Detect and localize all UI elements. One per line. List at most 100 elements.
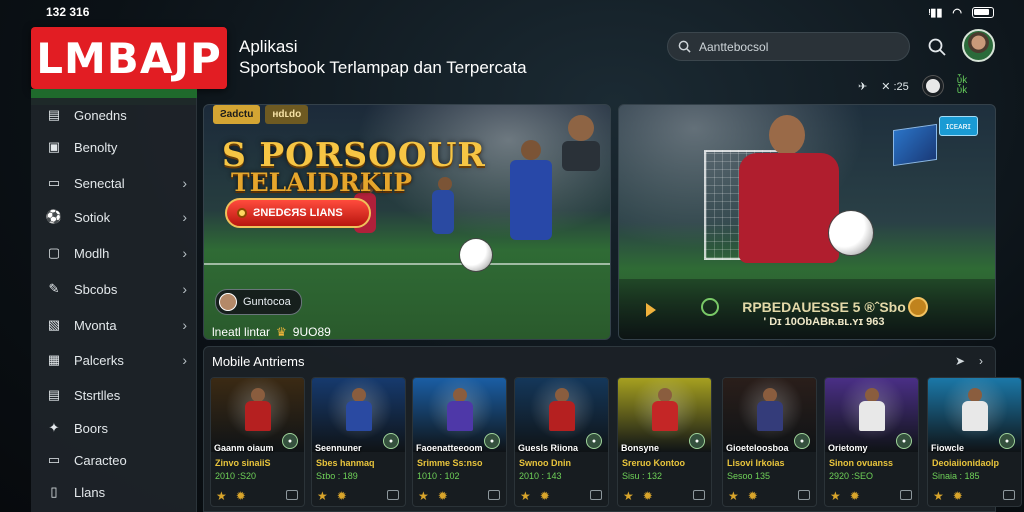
- chat-icon[interactable]: [286, 490, 298, 500]
- hero-caption-text: lneatl lintar: [212, 325, 271, 339]
- sidebar-item[interactable]: ▭ Senectal ›: [31, 166, 197, 200]
- header-toolbar: ✈ ✕ :25 ὗk ὗk: [858, 76, 967, 96]
- carousel-controls: ➤ ›: [955, 354, 983, 368]
- chat-icon[interactable]: [693, 490, 705, 500]
- bonus-icon[interactable]: ✹: [850, 489, 860, 503]
- star-icon[interactable]: ★: [418, 489, 429, 503]
- share-icon[interactable]: ➤: [955, 354, 965, 368]
- rating-badge: ●: [999, 433, 1015, 449]
- card-icon: ▭: [47, 452, 61, 467]
- bonus-icon[interactable]: ✹: [953, 489, 963, 503]
- game-players: Sinon ovuanss: [829, 458, 894, 468]
- game-name: Gaanm oiaum: [214, 443, 274, 453]
- bonus-icon[interactable]: ✹: [337, 489, 347, 503]
- chat-icon[interactable]: [900, 490, 912, 500]
- game-card[interactable]: Guesls Riiona ● Swnoo Dnin 2010 : 143 ★ ✹: [514, 377, 609, 507]
- star-icon[interactable]: ★: [728, 489, 739, 503]
- wifi-icon: ◠: [952, 6, 962, 19]
- hero-tag[interactable]: Ƨadctu: [213, 105, 261, 124]
- game-odds: Sisu : 132: [622, 471, 663, 481]
- bonus-icon[interactable]: ✹: [643, 489, 653, 503]
- brand-logo[interactable]: LMBAJP: [31, 27, 227, 89]
- game-card[interactable]: Fiowcle ● Deoiaiionidaolp Sinaia : 185 ★ ✹: [927, 377, 1022, 507]
- chat-icon[interactable]: [387, 490, 399, 500]
- hero-caption-value: 9UO89: [292, 325, 331, 339]
- sidebar-item-label: Caracteo: [74, 452, 127, 468]
- hero-tag[interactable]: ʜdʟdo: [265, 105, 309, 124]
- game-card[interactable]: Seennuner ● Sbes hanmaq Sɪbo : 189 ★ ✹: [311, 377, 406, 507]
- sidebar-item-label: Mvonta: [74, 317, 117, 333]
- file-icon: ▯: [50, 484, 58, 499]
- sidebar-item[interactable]: ▤ Gonedns: [31, 98, 197, 132]
- star-icon[interactable]: ★: [216, 489, 227, 503]
- monitor-icon: ▢: [47, 245, 61, 260]
- sidebar-item[interactable]: ▯ Llans: [31, 475, 197, 509]
- sidebar-item-label: Gonedns: [74, 107, 127, 123]
- chevron-right-icon: ›: [182, 209, 187, 225]
- sidebar-item[interactable]: ⚽ Sotiok ›: [31, 200, 197, 234]
- sidebar-item[interactable]: ▤ Stsrtlles: [31, 378, 197, 412]
- game-odds: Sinaia : 185: [932, 471, 980, 481]
- sidebar-item[interactable]: ▦ Palcerks ›: [31, 343, 197, 377]
- pencil-icon: ✎: [48, 281, 60, 296]
- tv-badge: ɪᴄᴇᴀʀɪ: [939, 116, 978, 136]
- chat-icon: ▣: [47, 139, 61, 154]
- sidebar-item[interactable]: ✎ Sbcobs ›: [31, 272, 197, 306]
- coin-icon: [908, 297, 928, 317]
- game-card[interactable]: Orietomy ● Sinon ovuanss 2920 :SEO ★ ✹: [824, 377, 919, 507]
- plane-icon[interactable]: ✈: [858, 80, 867, 93]
- bonus-icon[interactable]: ✹: [540, 489, 550, 503]
- sidebar-item-label: Modlh: [74, 245, 110, 261]
- score-indicator[interactable]: ✕ :25: [881, 80, 909, 93]
- search-button-icon[interactable]: [927, 37, 947, 57]
- bonus-icon[interactable]: ✹: [748, 489, 758, 503]
- football-icon[interactable]: [922, 76, 943, 96]
- sidebar-item-label: Llans: [74, 484, 106, 500]
- game-name: Bonsyne: [621, 443, 660, 453]
- hero-banner-secondary[interactable]: ɪᴄᴇᴀʀɪ RPBEDAUESSE 5 ®ˆSbo ' Dɪ 10ObABʀ.…: [618, 104, 996, 340]
- star-icon[interactable]: ★: [520, 489, 531, 503]
- search-bar[interactable]: [667, 32, 910, 61]
- chat-icon[interactable]: [1003, 490, 1015, 500]
- chevron-right-icon: ›: [182, 175, 187, 191]
- bonus-icon[interactable]: ✹: [438, 489, 448, 503]
- star-icon[interactable]: ★: [830, 489, 841, 503]
- battery-icon: [972, 6, 994, 18]
- play-icon[interactable]: [646, 303, 656, 317]
- image-icon: ▧: [47, 317, 61, 332]
- avatar: [219, 293, 237, 311]
- live-indicator[interactable]: ὗk ὗk: [957, 76, 967, 96]
- game-players: Swnoo Dnin: [519, 458, 571, 468]
- sidebar-item[interactable]: ✦ Boors: [31, 411, 197, 445]
- game-card[interactable]: Gioeteloosboa ● Lisovi Irkoias Sesoo 135 ★ ✹: [722, 377, 817, 507]
- chevron-right-icon: ›: [182, 281, 187, 297]
- bonus-icon[interactable]: ✹: [236, 489, 246, 503]
- star-icon[interactable]: ★: [623, 489, 634, 503]
- sidebar-item[interactable]: ▧ Mvonta ›: [31, 308, 197, 342]
- chevron-right-icon[interactable]: ›: [979, 354, 983, 368]
- rating-badge: ●: [586, 433, 602, 449]
- hero-cta-button[interactable]: ƧNEDЄЯS LIANS: [225, 198, 371, 228]
- star-icon[interactable]: ★: [933, 489, 944, 503]
- sidebar-item[interactable]: ▭ Caracteo: [31, 443, 197, 477]
- hero-caption: lneatl lintar ♛ 9UO89: [212, 325, 331, 339]
- search-input[interactable]: [699, 39, 889, 54]
- tagline-line-1: Aplikasi: [239, 37, 298, 56]
- game-card[interactable]: Gaanm oiaum ● Zinvo sinaiiS 2010 :S20 ★ ✹: [210, 377, 305, 507]
- hero-banner-main[interactable]: Ƨadctu ʜdʟdo S PORSOOUR TELAIDRKIP ƧNEDЄ…: [203, 104, 611, 340]
- refresh-icon: [701, 298, 719, 316]
- chat-icon[interactable]: [590, 490, 602, 500]
- rating-badge: ●: [689, 433, 705, 449]
- chat-icon[interactable]: [488, 490, 500, 500]
- user-avatar[interactable]: [962, 29, 995, 62]
- game-card[interactable]: Faoenatteeoom ● Srimme Ss:nso 1010 : 102 ★ ✹: [412, 377, 507, 507]
- chat-icon[interactable]: [798, 490, 810, 500]
- hero-author-badge[interactable]: Guntocoa: [215, 289, 302, 315]
- sidebar-item[interactable]: ▢ Modlh ›: [31, 236, 197, 270]
- sidebar-item[interactable]: ▣ Benolty: [31, 130, 197, 164]
- game-players: Zinvo sinaiiS: [215, 458, 271, 468]
- star-icon[interactable]: ★: [317, 489, 328, 503]
- promo-title: RPBEDAUESSE 5 ®ˆSbo: [742, 299, 906, 315]
- game-card[interactable]: Bonsyne ● Sreruo Kontoo Sisu : 132 ★ ✹: [617, 377, 712, 507]
- hero-subtitle: TELAIDRKIP: [231, 168, 413, 197]
